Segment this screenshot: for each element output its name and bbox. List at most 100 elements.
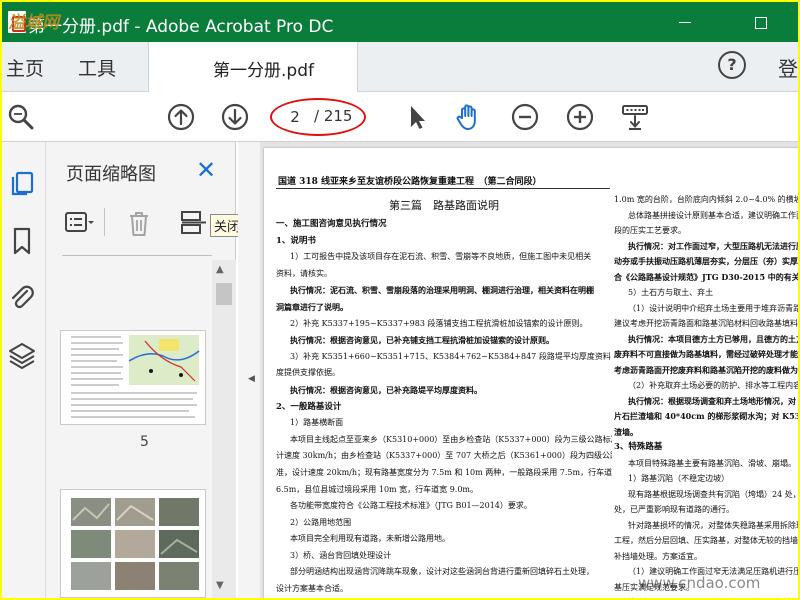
document-line: 补挡墙处理。方案适宜。 (614, 551, 702, 561)
scrollbar-thumb[interactable] (216, 283, 232, 305)
toolbar: / 215 (2, 92, 798, 142)
zoom-out-icon[interactable] (510, 102, 540, 132)
scroll-down-icon[interactable]: ▼ (216, 580, 224, 591)
document-line: 废弃料不可直接做为路基填料，需经过破碎处理才能做为 (614, 349, 798, 359)
minimize-button[interactable] (662, 2, 708, 42)
maximize-icon (755, 16, 767, 29)
document-line: 处，已严重影响现有道路的通行。 (614, 505, 734, 514)
document-line: 执行情况：本项目德方土方已够用，且德方的土方宁 (628, 333, 798, 344)
help-button[interactable]: ? (718, 51, 746, 79)
attachment-icon[interactable] (7, 282, 37, 312)
document-line: 总体路基拼接设计原则基本合适，建议明确工作面过 (628, 210, 798, 220)
document-line: 各功能带宽度符合《公路工程技术标准》（JTG B01—2014）要求。 (290, 501, 532, 511)
document-line: 3）补充 K5351+660~K5351+715、K5384+762~K5384… (290, 351, 612, 361)
document-line: 资料，请核实。 (276, 268, 332, 278)
document-line: （1）设计说明中介绍弃土场主要用于堆弃沥青路面 (628, 303, 798, 313)
document-line: 1）工可报告中提及该项目存在泥石流、积雪、雪崩等不良地质，但施工图中未见相关 (290, 252, 592, 262)
document-line: 执行情况：泥石流、积雪、雪崩段落的治理采用明洞、棚洞进行治理，相关资料在明棚 (290, 285, 594, 296)
copy-pages-icon[interactable] (7, 168, 37, 198)
panel-collapse-handle[interactable] (238, 142, 260, 598)
panel-title: 页面缩略图 (66, 164, 156, 185)
scroll-up-icon[interactable]: ▲ (216, 264, 224, 275)
document-line: 1）路基横断面 (290, 418, 344, 428)
document-line: 2、一般路基设计 (276, 401, 342, 412)
document-line: 执行情况：对于工作面过窄大型压路机无法进行压 (614, 595, 798, 598)
panel-divider (62, 255, 212, 256)
document-line: 渣墙。 (614, 426, 638, 437)
document-line: 2）补充 K5337+195~K5337+983 段落铺支挡工程抗滑桩加设锚索的… (290, 318, 588, 328)
document-header: 国道 318 线亚来乡至友谊桥段公路恢复重建工程 （第二合同段） (278, 177, 542, 187)
highlight-ellipse (270, 98, 366, 136)
document-line: 执行情况：根据现场调查和弃土场地形情况，对 K53 (628, 395, 798, 406)
tab-home[interactable]: 主页 (6, 54, 44, 81)
page-down-icon[interactable] (220, 102, 250, 132)
tab-document-label: 第一分册.pdf (213, 61, 314, 81)
document-line: 本项目主线起点至亚来乡（K5310+000）至由乡检查站（K5337+000）段… (290, 434, 612, 444)
document-line: 执行情况：根据咨询意见，已补充路堤平均厚度资料。 (290, 384, 482, 395)
zoom-in-icon[interactable] (565, 102, 595, 132)
document-line: 动夯或手扶振动压路机薄层夯实，分层压（夯）实厚度不 (614, 256, 798, 266)
search-icon[interactable] (6, 102, 36, 132)
document-line: 洞篇章进行了说明。 (276, 301, 348, 312)
document-viewport[interactable]: 国道 318 线亚来乡至友谊桥段公路恢复重建工程 （第二合同段） 第三篇 路基路… (260, 142, 798, 598)
thumbnail-page-number: 5 (140, 434, 149, 450)
acrobat-window: 第一分册.pdf - Adobe Acrobat Pro DC 主页 工具 第一… (2, 2, 798, 598)
page-thumbnail[interactable] (60, 330, 206, 425)
document-line: 1、说明书 (276, 235, 316, 246)
header-rule (276, 188, 610, 189)
document-line: 段的压实工艺要求。 (614, 226, 686, 235)
thumbnail-photo-page (61, 490, 205, 597)
watermark-url: www.cndao.com (638, 574, 761, 592)
toolbar-separator (104, 208, 105, 236)
keyboard-icon[interactable] (620, 102, 650, 132)
collapse-arrow-icon[interactable]: ◀ (248, 374, 255, 384)
document-line: 度提供支撑依据。 (276, 368, 340, 378)
sign-in-button[interactable]: 登 (778, 53, 798, 82)
panel-close-icon[interactable]: ✕ (196, 158, 216, 182)
document-line: 考虑沥青路面开挖废弃料和路基沉陷开挖的废料做为路基 (614, 364, 798, 375)
tab-tools[interactable]: 工具 (78, 54, 116, 81)
document-line: 一、施工图咨询意见执行情况 (276, 219, 387, 229)
page-thumbnail[interactable] (60, 489, 206, 598)
trash-icon[interactable] (126, 208, 152, 238)
thumbnail-map-page (61, 331, 205, 424)
tab-bar: 主页 工具 第一分册.pdf ? 登 (2, 42, 798, 92)
bookmark-icon[interactable] (7, 226, 37, 256)
document-line: 工程，然后分层回填、压实路基，对整体无较的挡墙和路 (614, 536, 798, 545)
document-left-column: 第三篇 路基路面说明 一、施工图咨询意见执行情况 1、说明书 1）工可报告中提及该项目… (276, 196, 612, 598)
title-bar: 第一分册.pdf - Adobe Acrobat Pro DC (2, 2, 798, 42)
select-cursor-icon[interactable] (402, 102, 432, 132)
window-title: 第一分册.pdf - Adobe Acrobat Pro DC (28, 17, 334, 37)
document-line: 部分明涵结构出现涵背沉降跳车现象，设计对这些涵洞台背进行重新回填碎石土处理， (290, 567, 594, 577)
document-line: 执行情况：根据咨询意见，已补充铺支挡工程抗滑桩加设锚索的设计原则。 (290, 335, 554, 346)
document-line: 计速度 30km/h；由乡检查站（K5337+000）至 707 大桥之后（K5… (276, 451, 612, 461)
hand-icon[interactable] (454, 102, 484, 132)
document-line: （2）补充取弃土场必要的防护、排水等工程内容。 (628, 381, 798, 390)
document-line: 第三篇 路基路面说明 (389, 199, 499, 212)
watermark-logo: 溢城网 (8, 13, 59, 33)
document-line: 1）路基沉陷（不稳定边坡） (628, 474, 730, 483)
page-up-icon[interactable] (166, 102, 196, 132)
page-thumbnails-panel: 页面缩略图 ✕ 关闭 5 ▲ ▼ (46, 142, 245, 598)
document-line: 片石拦渣墙和 40*40cm 的梯形浆砌水沟；对 K5370+250 (614, 411, 798, 421)
document-line: 准，设计速度 20km/h；现有路基宽度分为 7.5m 和 10m 两种，一般路… (276, 467, 612, 477)
document-line: 6.5m，县位县城过境段采用 10m 宽，行车道宽 9.0m。 (276, 484, 479, 494)
document-line: 本项目完全利用现有道路，未新增公路用地。 (290, 534, 450, 544)
document-line: 1.0m 宽的台阶，台阶底向内倾斜 2.0~4.0% 的横坡。 (614, 195, 798, 204)
document-line: 合《公路路基设计规范》JTG D30-2015 中的有关规定。 (614, 271, 798, 282)
layers-icon[interactable] (7, 340, 37, 370)
panel-scrollbar[interactable] (212, 260, 236, 598)
tab-document[interactable]: 第一分册.pdf (148, 42, 358, 92)
document-line: 建议考虑开挖沥青路面和路基沉陷材料回收路基填料使 (614, 319, 798, 328)
document-line: 针对路基损坏的情况，对整体失稳路基采用拆除现有 (628, 520, 798, 530)
document-line: 本项目特殊路基主要有路基沉陷、滑坡、崩塌。 (628, 458, 796, 468)
document-line: 3）桥、涵台背回填处理设计 (290, 550, 392, 560)
navigation-rail (2, 142, 46, 598)
thumbnail-options-icon[interactable] (64, 210, 94, 236)
insert-pages-icon[interactable] (180, 210, 210, 236)
document-line: 设计方案基本合适。 (276, 584, 348, 594)
document-line: 执行情况：对工作面过窄，大型压路机无法进行压实 (628, 240, 798, 251)
document-line: 5）土石方与取土、弃土 (628, 288, 714, 297)
maximize-button[interactable] (738, 2, 784, 42)
pdf-page: 国道 318 线亚来乡至友谊桥段公路恢复重建工程 （第二合同段） 第三篇 路基路… (264, 148, 798, 598)
